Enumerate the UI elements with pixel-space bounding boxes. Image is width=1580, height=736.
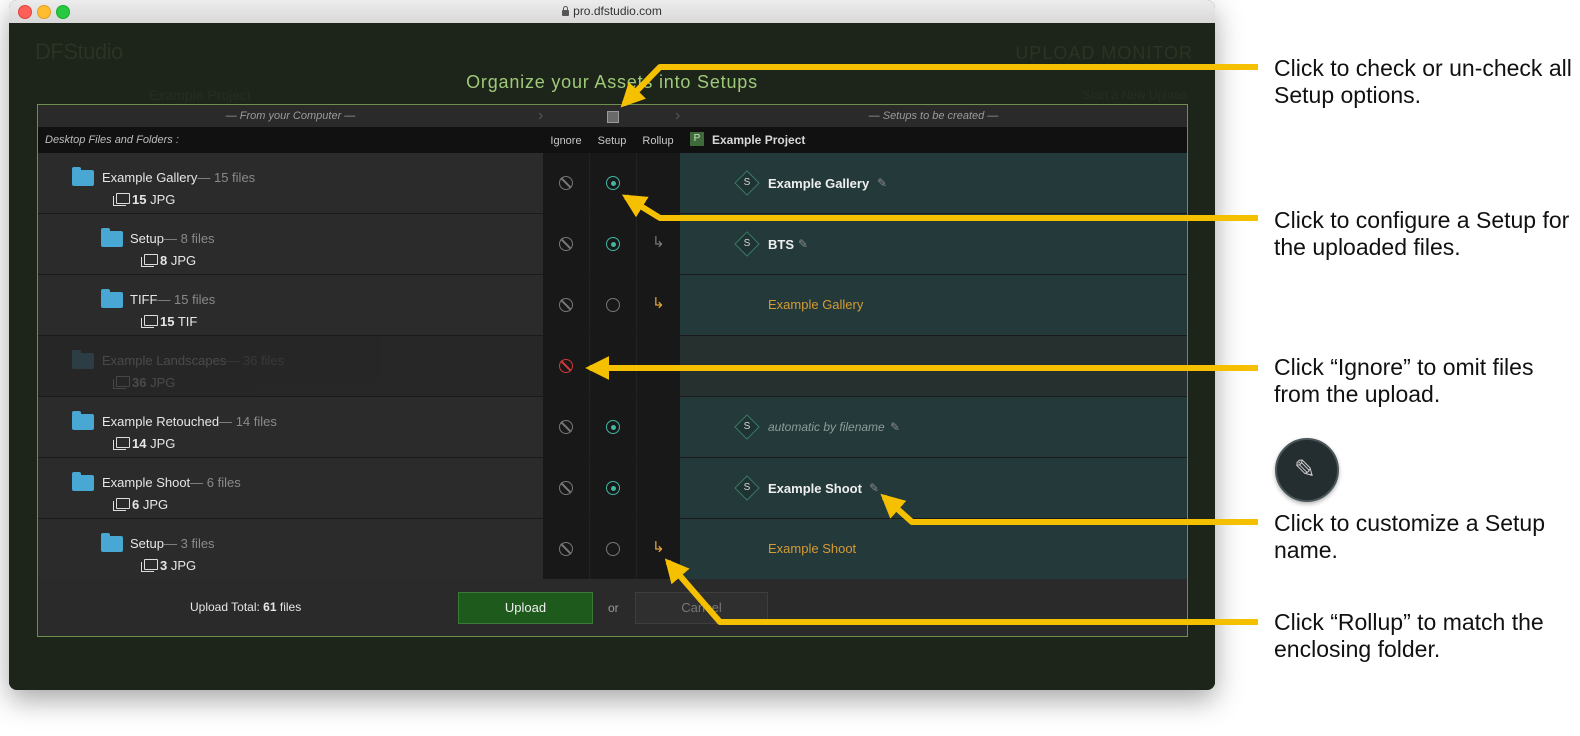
arrow-configure	[621, 194, 1258, 221]
annotation-configure: Click to configure a Setup for the uploa…	[1274, 207, 1570, 260]
arrow-rollup	[664, 558, 1258, 625]
annotation-check-all: Click to check or un-check all Setup opt…	[1274, 55, 1572, 108]
annotation-ignore: Click “Ignore” to omit files from the up…	[1274, 354, 1534, 407]
annotation-rollup: Click “Rollup” to match the enclosing fo…	[1274, 609, 1544, 662]
pencil-icon: ✎	[1275, 438, 1339, 502]
annotation-customize: Click to customize a Setup name.	[1274, 510, 1546, 563]
arrow-check-all	[620, 64, 1258, 108]
arrow-customize	[880, 493, 1258, 525]
